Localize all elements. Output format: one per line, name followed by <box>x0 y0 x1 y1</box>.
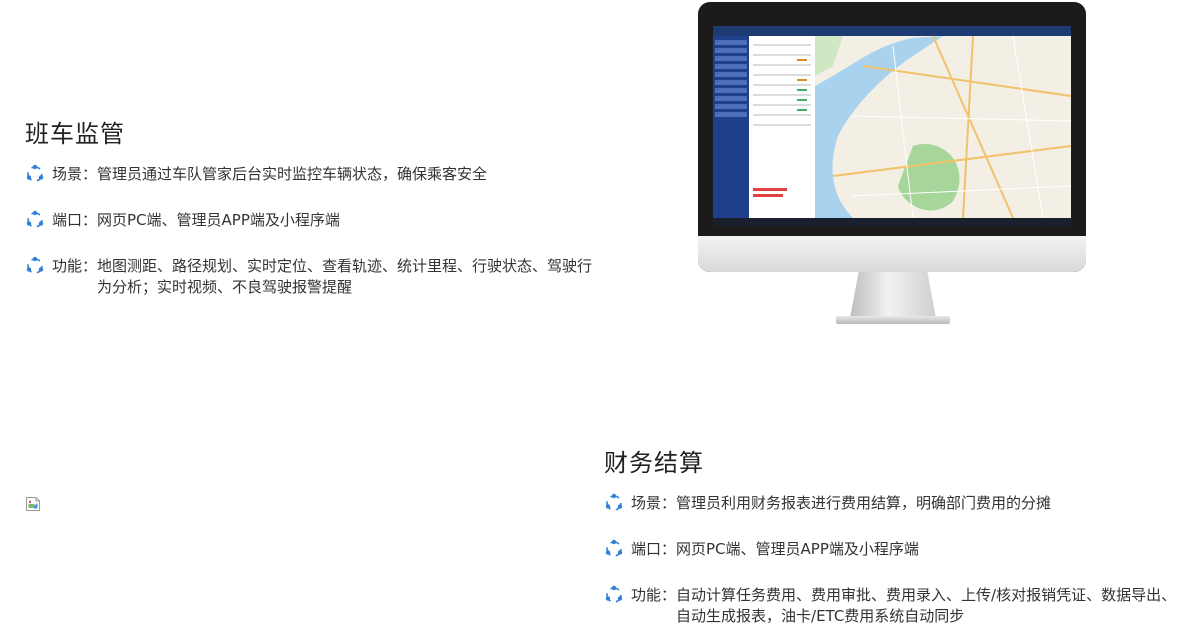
feature-text: 管理员通过车队管家后台实时监控车辆状态，确保乘客安全 <box>97 165 488 183</box>
feature-port: 端口： 网页PC端、管理员APP端及小程序端 <box>604 539 1184 560</box>
broken-image-icon <box>26 497 40 511</box>
feature-function: 功能： 地图测距、路径规划、实时定位、查看轨迹、统计里程、行驶状态、驾驶行为分析… <box>25 256 605 298</box>
monitor-illustration <box>698 2 1088 334</box>
section-title-finance-settlement: 财务结算 <box>604 449 704 477</box>
feature-label: 功能： <box>52 257 98 275</box>
feature-label: 端口： <box>631 540 677 558</box>
feature-port: 端口： 网页PC端、管理员APP端及小程序端 <box>25 210 605 231</box>
map-screenshot <box>713 26 1071 226</box>
feature-scene: 场景： 管理员通过车队管家后台实时监控车辆状态，确保乘客安全 <box>25 164 605 185</box>
monitor-chin <box>698 236 1086 272</box>
feature-text: 自动计算任务费用、费用审批、费用录入、上传/核对报销凭证、数据导出、自动生成报表… <box>676 586 1177 625</box>
cycle-icon <box>26 210 44 228</box>
cycle-icon <box>605 539 623 557</box>
feature-scene: 场景： 管理员利用财务报表进行费用结算，明确部门费用的分摊 <box>604 493 1184 514</box>
cycle-icon <box>605 585 623 603</box>
feature-label: 功能： <box>631 586 677 604</box>
feature-label: 场景： <box>631 494 677 512</box>
feature-text: 管理员利用财务报表进行费用结算，明确部门费用的分摊 <box>676 494 1052 512</box>
monitor-base <box>836 316 950 324</box>
section-title-bus-monitoring: 班车监管 <box>25 120 125 148</box>
feature-text: 网页PC端、管理员APP端及小程序端 <box>676 540 919 558</box>
cycle-icon <box>26 164 44 182</box>
cycle-icon <box>605 493 623 511</box>
feature-label: 端口： <box>52 211 98 229</box>
cycle-icon <box>26 256 44 274</box>
feature-text: 地图测距、路径规划、实时定位、查看轨迹、统计里程、行驶状态、驾驶行为分析；实时视… <box>97 257 593 296</box>
feature-label: 场景： <box>52 165 98 183</box>
feature-function: 功能： 自动计算任务费用、费用审批、费用录入、上传/核对报销凭证、数据导出、自动… <box>604 585 1184 627</box>
monitor-stand <box>850 272 936 318</box>
feature-text: 网页PC端、管理员APP端及小程序端 <box>97 211 340 229</box>
monitor-screen <box>713 26 1071 226</box>
